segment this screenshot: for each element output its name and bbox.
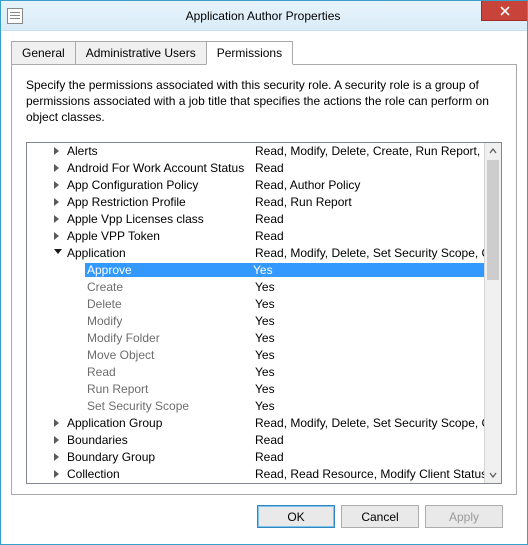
expand-icon[interactable] bbox=[54, 453, 63, 462]
chevron-down-icon bbox=[489, 472, 497, 478]
row-name: Apple VPP Token bbox=[67, 229, 255, 243]
tree-content: Alerts Read, Modify, Delete, Create, Run… bbox=[27, 143, 484, 483]
properties-dialog: Application Author Properties General Ad… bbox=[0, 0, 528, 545]
tree-row-vpplic[interactable]: Apple Vpp Licenses class Read bbox=[27, 211, 484, 228]
vertical-scrollbar[interactable] bbox=[484, 143, 501, 483]
row-value: Read bbox=[255, 161, 484, 175]
tab-administrative-users[interactable]: Administrative Users bbox=[75, 41, 207, 65]
tree-row-appconfig[interactable]: App Configuration Policy Read, Author Po… bbox=[27, 177, 484, 194]
expand-icon[interactable] bbox=[54, 215, 63, 224]
expand-icon[interactable] bbox=[54, 181, 63, 190]
row-name: App Restriction Profile bbox=[67, 195, 255, 209]
tree-row-vpptoken[interactable]: Apple VPP Token Read bbox=[27, 228, 484, 245]
collapse-icon[interactable] bbox=[54, 249, 63, 258]
chevron-up-icon bbox=[489, 148, 497, 154]
row-value: Yes bbox=[255, 280, 484, 294]
titlebar: Application Author Properties bbox=[1, 1, 527, 31]
expand-icon[interactable] bbox=[54, 147, 63, 156]
tree-row-read[interactable]: Read Yes bbox=[27, 364, 484, 381]
tree-row-application[interactable]: Application Read, Modify, Delete, Set Se… bbox=[27, 245, 484, 262]
row-value: Read, Read Resource, Modify Client Statu… bbox=[255, 467, 484, 481]
expand-icon[interactable] bbox=[54, 419, 63, 428]
row-value: Yes bbox=[255, 297, 484, 311]
expand-icon[interactable] bbox=[54, 232, 63, 241]
expand-icon[interactable] bbox=[54, 470, 63, 479]
row-name: Boundary Group bbox=[67, 450, 255, 464]
tab-general[interactable]: General bbox=[11, 41, 76, 65]
row-value: Read, Modify, Delete, Create, Run Report… bbox=[255, 144, 484, 158]
row-name: Run Report bbox=[87, 382, 255, 396]
expand-icon[interactable] bbox=[54, 164, 63, 173]
row-name: Boundaries bbox=[67, 433, 255, 447]
tree-row-setscope[interactable]: Set Security Scope Yes bbox=[27, 398, 484, 415]
row-value: Read, Modify, Delete, Set Security Scope… bbox=[255, 246, 484, 260]
row-name: Collection bbox=[67, 467, 255, 481]
close-button[interactable] bbox=[481, 1, 527, 21]
description-text: Specify the permissions associated with … bbox=[26, 77, 502, 126]
row-name: Create bbox=[87, 280, 255, 294]
scroll-thumb[interactable] bbox=[487, 160, 499, 280]
tree-row-alerts[interactable]: Alerts Read, Modify, Delete, Create, Run… bbox=[27, 143, 484, 160]
row-name: Android For Work Account Status bbox=[67, 161, 255, 175]
row-name: Modify Folder bbox=[87, 331, 255, 345]
row-name: Delete bbox=[87, 297, 255, 311]
tree-row-moveobject[interactable]: Move Object Yes bbox=[27, 347, 484, 364]
tree-row-approve[interactable]: Approve Yes bbox=[27, 262, 484, 279]
row-name: Application bbox=[67, 246, 255, 260]
client-area: General Administrative Users Permissions… bbox=[1, 31, 527, 544]
button-bar: OK Cancel Apply bbox=[11, 495, 517, 536]
expand-icon[interactable] bbox=[54, 436, 63, 445]
row-value: Read bbox=[255, 229, 484, 243]
row-name: Alerts bbox=[67, 144, 255, 158]
row-name: Set Security Scope bbox=[87, 399, 255, 413]
scroll-track[interactable] bbox=[485, 160, 501, 466]
cancel-button[interactable]: Cancel bbox=[341, 505, 419, 528]
row-name: Application Group bbox=[67, 416, 255, 430]
row-name: Approve bbox=[85, 263, 253, 277]
row-value: Read bbox=[255, 433, 484, 447]
tree-row-collection[interactable]: Collection Read, Read Resource, Modify C… bbox=[27, 466, 484, 483]
tree-row-modifyfolder[interactable]: Modify Folder Yes bbox=[27, 330, 484, 347]
expand-icon[interactable] bbox=[54, 198, 63, 207]
close-icon bbox=[500, 6, 510, 16]
row-name: Modify bbox=[87, 314, 255, 328]
tabstrip: General Administrative Users Permissions bbox=[11, 41, 517, 65]
row-value: Read bbox=[255, 450, 484, 464]
row-value: Yes bbox=[255, 314, 484, 328]
tree-row-apprestrict[interactable]: App Restriction Profile Read, Run Report bbox=[27, 194, 484, 211]
row-name: Read bbox=[87, 365, 255, 379]
scroll-up-button[interactable] bbox=[485, 143, 501, 160]
row-value: Read bbox=[255, 212, 484, 226]
row-value: Read, Run Report bbox=[255, 195, 484, 209]
row-value: Read, Modify, Delete, Set Security Scope… bbox=[255, 416, 484, 430]
row-value: Yes bbox=[255, 382, 484, 396]
tree-row-appgroup[interactable]: Application Group Read, Modify, Delete, … bbox=[27, 415, 484, 432]
tabpanel-permissions: Specify the permissions associated with … bbox=[11, 64, 517, 495]
tree-row-delete[interactable]: Delete Yes bbox=[27, 296, 484, 313]
tree-row-boundaries[interactable]: Boundaries Read bbox=[27, 432, 484, 449]
row-name: App Configuration Policy bbox=[67, 178, 255, 192]
tree-row-create[interactable]: Create Yes bbox=[27, 279, 484, 296]
row-name: Move Object bbox=[87, 348, 255, 362]
tree-row-modify[interactable]: Modify Yes bbox=[27, 313, 484, 330]
tree-row-runreport[interactable]: Run Report Yes bbox=[27, 381, 484, 398]
permissions-tree: Alerts Read, Modify, Delete, Create, Run… bbox=[26, 142, 502, 484]
row-value: Yes bbox=[255, 399, 484, 413]
tree-row-android[interactable]: Android For Work Account Status Read bbox=[27, 160, 484, 177]
row-value: Yes bbox=[253, 263, 484, 277]
row-value: Yes bbox=[255, 348, 484, 362]
row-value: Yes bbox=[255, 365, 484, 379]
tree-row-boundarygrp[interactable]: Boundary Group Read bbox=[27, 449, 484, 466]
scroll-down-button[interactable] bbox=[485, 466, 501, 483]
tab-permissions[interactable]: Permissions bbox=[206, 41, 293, 65]
ok-button[interactable]: OK bbox=[257, 505, 335, 528]
row-value: Read, Author Policy bbox=[255, 178, 484, 192]
row-value: Yes bbox=[255, 331, 484, 345]
window-title: Application Author Properties bbox=[29, 9, 527, 23]
row-name: Apple Vpp Licenses class bbox=[67, 212, 255, 226]
system-menu-icon[interactable] bbox=[7, 8, 23, 24]
apply-button[interactable]: Apply bbox=[425, 505, 503, 528]
